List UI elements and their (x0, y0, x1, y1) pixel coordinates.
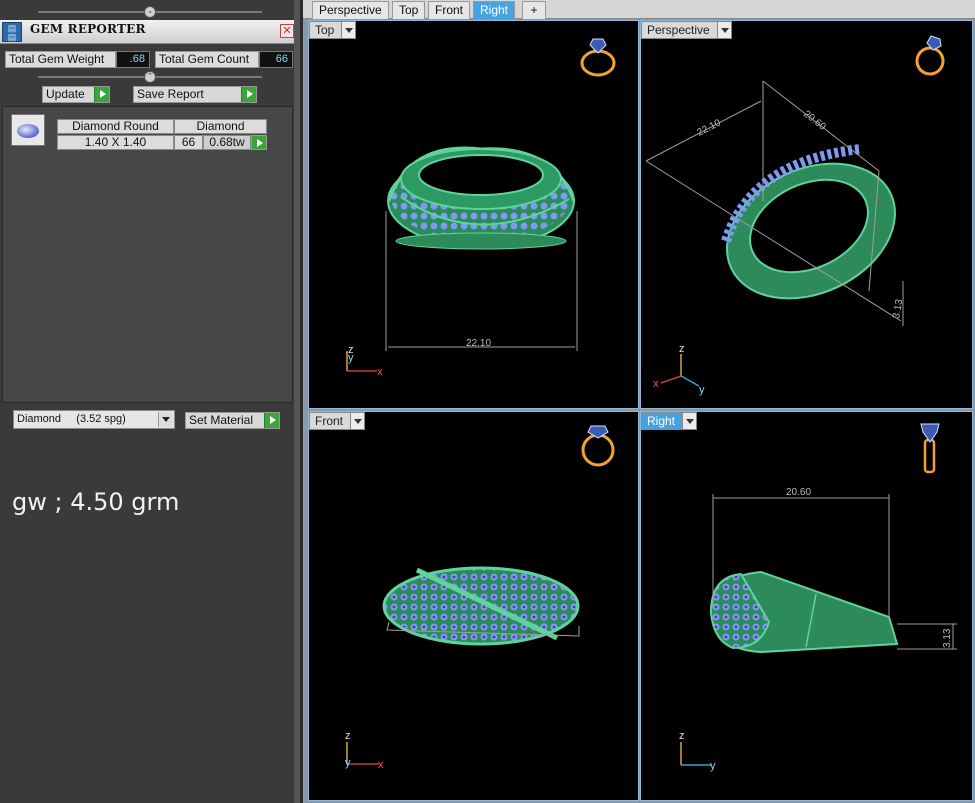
top-dimension-label: 22.10 (466, 338, 491, 349)
view-tab-bar: Perspective Top Front Right + (303, 0, 975, 19)
diamond-icon (17, 124, 39, 138)
perspective-view-model: 22.10 20.60 3.13 z x y (645, 80, 905, 396)
axis-z-label: z (679, 730, 685, 742)
total-gem-weight-label: Total Gem Weight (5, 51, 116, 68)
tab-perspective[interactable]: Perspective (312, 1, 389, 19)
axis-y-label: y (710, 760, 716, 772)
ring-view-icon[interactable] (911, 33, 953, 77)
ring-view-icon[interactable] (577, 35, 619, 79)
total-gem-count-label: Total Gem Count (155, 51, 259, 68)
ring-view-icon[interactable] (577, 422, 619, 468)
gem-reporter-icon: ▤ ▤ (2, 22, 22, 42)
perspective-dimension-depth: 20.60 (801, 109, 828, 133)
material-select[interactable]: Diamond (3.52 spg) (13, 410, 175, 429)
chevron-down-icon[interactable] (682, 413, 697, 429)
gem-count-cell: 66 (174, 135, 203, 150)
left-panel: ⌄ ▤ ▤ GEM REPORTER ✕ Total Gem Weight .68… (0, 0, 300, 803)
save-report-button-label: Save Report (137, 87, 204, 101)
gem-reporter-title: GEM REPORTER (30, 22, 146, 36)
collapse-icon[interactable]: ⌄ (144, 6, 156, 18)
viewport-front[interactable]: z y x Front (308, 411, 639, 801)
right-dimension-height: 3.13 (942, 628, 953, 648)
set-material-button-label: Set Material (189, 413, 254, 427)
add-tab-icon[interactable]: + (522, 1, 546, 19)
gem-header-type: Diamond (174, 119, 267, 134)
play-icon (252, 136, 266, 149)
chevron-down-icon[interactable] (341, 22, 356, 38)
save-report-button[interactable]: Save Report (133, 86, 257, 103)
tab-top[interactable]: Top (392, 1, 426, 19)
viewport-label-right[interactable]: Right (641, 412, 698, 430)
gem-header-shape: Diamond Round (57, 119, 174, 134)
viewport-label-perspective-text: Perspective (647, 23, 710, 37)
viewport-area: Perspective Top Front Right + 22.10 x z … (303, 0, 975, 803)
chevron-down-icon[interactable] (158, 412, 173, 427)
viewport-label-top-text: Top (315, 23, 335, 37)
total-gem-weight-value: .68 (116, 51, 150, 68)
gold-weight-note: gw ; 4.50 grm (12, 488, 180, 516)
axis-x-label: x (377, 366, 383, 378)
update-button-label: Update (46, 87, 85, 101)
panel-divider[interactable] (294, 0, 300, 803)
set-material-button[interactable]: Set Material (185, 412, 280, 429)
gem-weight-cell: 0.68tw (203, 135, 251, 150)
axis-y-label: y (348, 352, 354, 364)
axis-y-label: y (345, 757, 351, 769)
close-icon[interactable]: ✕ (280, 24, 294, 38)
axis-z-label: z (679, 343, 685, 355)
chevron-down-icon[interactable] (716, 22, 731, 38)
gem-reporter-header: ▤ ▤ GEM REPORTER ✕ (0, 20, 298, 44)
viewport-perspective[interactable]: 22.10 20.60 3.13 z x y Perspective (640, 20, 973, 409)
material-select-value: Diamond (3.52 spg) (17, 413, 126, 425)
tab-right[interactable]: Right (473, 1, 516, 19)
viewport-label-right-text: Right (647, 414, 676, 428)
round-diamond-thumbnail (11, 114, 45, 146)
gem-list: Diamond Round Diamond 1.40 X 1.40 66 0.6… (2, 106, 293, 403)
update-button[interactable]: Update (42, 86, 110, 103)
right-dimension-depth: 20.60 (786, 487, 811, 498)
play-icon (264, 413, 279, 428)
gem-row[interactable]: Diamond Round Diamond 1.40 X 1.40 66 0.6… (11, 114, 269, 150)
axis-x-label: x (378, 759, 384, 771)
play-icon (241, 87, 256, 102)
tab-front[interactable]: Front (428, 1, 471, 19)
axis-y-label: y (699, 384, 705, 396)
expand-icon[interactable]: ⌃ (144, 71, 156, 83)
viewport-right[interactable]: 20.60 3.13 z y Right (640, 411, 973, 801)
viewport-label-front[interactable]: Front (309, 412, 366, 430)
gem-row-go-button[interactable] (251, 135, 267, 150)
top-view-model: 22.10 x z y (346, 146, 578, 378)
viewport-label-perspective[interactable]: Perspective (641, 21, 732, 39)
axis-z-label: z (345, 730, 351, 742)
front-view-model: z y x (345, 566, 580, 771)
chevron-down-icon[interactable] (350, 413, 365, 429)
total-gem-count-value: 66 (259, 51, 293, 68)
play-icon (94, 87, 109, 102)
viewport-top[interactable]: 22.10 x z y Top (308, 20, 639, 409)
ring-view-icon[interactable] (915, 420, 945, 476)
perspective-dimension-width: 22.10 (695, 117, 723, 138)
gem-size-cell: 1.40 X 1.40 (57, 135, 174, 150)
viewport-label-front-text: Front (315, 414, 344, 428)
axis-x-label: x (653, 378, 659, 390)
viewport-label-top[interactable]: Top (309, 21, 357, 39)
